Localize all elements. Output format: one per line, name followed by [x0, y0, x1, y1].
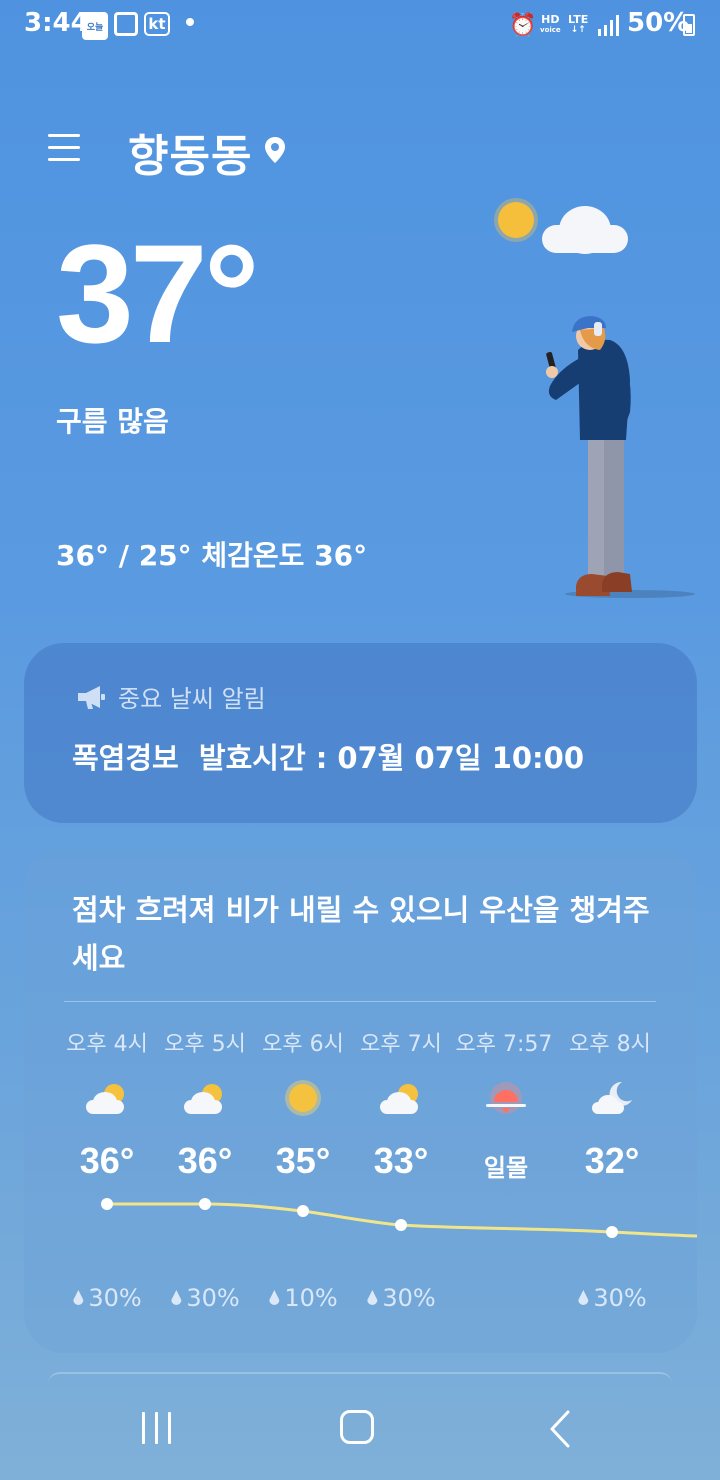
cloud-icon — [542, 206, 628, 254]
cloudy-night-icon — [592, 1081, 632, 1114]
graph-point — [297, 1205, 309, 1217]
note-notification-icon: 오늘 — [82, 12, 108, 40]
megaphone-icon — [78, 685, 105, 709]
precip-value: 10% — [284, 1284, 338, 1312]
raindrop-icon — [171, 1290, 182, 1305]
hd-voice-icon: HD voice — [540, 12, 561, 38]
navigation-bar — [0, 1380, 720, 1480]
back-icon[interactable] — [548, 1410, 572, 1448]
precip-value: 30% — [186, 1284, 240, 1312]
graph-point — [395, 1219, 407, 1231]
home-icon[interactable] — [340, 1410, 374, 1444]
hour-precip: 30% — [577, 1284, 647, 1312]
hour-precip: 30% — [170, 1284, 240, 1312]
hour-label: 오후 6시 — [262, 1032, 344, 1057]
more-notifications-dot-icon — [186, 18, 194, 26]
temp-range-feels-like: 36° / 25° 체감온도 36° — [56, 539, 368, 572]
status-bar: 3:44 오늘 kt ⏰ HD voice LTE ↓↑ 50% — [0, 0, 720, 52]
hour-precip: 30% — [72, 1284, 142, 1312]
signal-icon — [598, 15, 619, 36]
forecast-summary: 점차 흐려져 비가 내릴 수 있으니 우산을 챙겨주세요 — [72, 893, 650, 975]
hour-label: 오후 8시 — [569, 1032, 651, 1057]
raindrop-icon — [269, 1290, 280, 1305]
sun-icon — [498, 202, 534, 238]
raindrop-icon — [367, 1290, 378, 1305]
alert-text: 폭염경보 발효시간 : 07월 07일 10:00 — [72, 741, 584, 775]
graph-point — [101, 1198, 113, 1210]
status-time: 3:44 — [24, 8, 89, 38]
hd-label: HD — [541, 13, 560, 26]
hour-temp: 36° — [177, 1140, 233, 1181]
alarm-icon: ⏰ — [509, 12, 537, 38]
hour-precip: 10% — [268, 1284, 338, 1312]
precip-value: 30% — [593, 1284, 647, 1312]
partly-cloudy-icon — [184, 1084, 222, 1114]
hour-temp: 33° — [373, 1140, 429, 1181]
weather-alert-card[interactable]: 중요 날씨 알림 폭염경보 발효시간 : 07월 07일 10:00 — [24, 643, 697, 823]
hour-label: 오후 7:57 — [455, 1032, 553, 1057]
raindrop-icon — [73, 1290, 84, 1305]
voice-label: voice — [540, 26, 561, 34]
hour-temp: 36° — [79, 1140, 135, 1181]
person-illustration — [546, 316, 695, 598]
sunset-icon — [486, 1082, 526, 1114]
temperature-trend-graph — [101, 1198, 697, 1238]
lte-label: LTE — [568, 13, 589, 26]
alert-header-label: 중요 날씨 알림 — [118, 685, 266, 713]
hour-label: 오후 5시 — [164, 1032, 246, 1057]
hour-label: 오후 4시 — [66, 1032, 148, 1057]
lte-icon: LTE ↓↑ — [568, 13, 589, 35]
precip-value: 30% — [88, 1284, 142, 1312]
gallery-notification-icon — [114, 12, 138, 36]
location-pin-icon — [265, 137, 285, 163]
weather-illustration — [494, 198, 695, 598]
current-temperature: 37° — [56, 215, 260, 372]
partly-cloudy-icon — [380, 1084, 418, 1114]
menu-icon[interactable] — [48, 134, 80, 162]
kt-notification-icon: kt — [144, 12, 170, 36]
partly-cloudy-icon — [86, 1084, 124, 1114]
hour-temp: 35° — [275, 1140, 331, 1181]
graph-point — [199, 1198, 211, 1210]
battery-icon — [683, 14, 695, 36]
battery-percent: 50% — [627, 8, 690, 38]
hour-temp: 32° — [584, 1140, 640, 1181]
hourly-forecast-list[interactable]: 오후 4시 36° 30% 오후 5시 36° 30% 오후 6시 35° 10… — [24, 1026, 697, 1326]
hourly-forecast-card[interactable]: 점차 흐려져 비가 내릴 수 있으니 우산을 챙겨주세요 오후 4시 36° 3… — [24, 846, 697, 1353]
graph-point — [606, 1226, 618, 1238]
hour-precip: 30% — [366, 1284, 436, 1312]
sun-icon — [285, 1080, 321, 1116]
alert-header: 중요 날씨 알림 — [76, 679, 266, 714]
hour-label: 오후 7시 — [360, 1032, 442, 1057]
hour-temp: 일몰 — [483, 1154, 529, 1182]
forecast-divider — [64, 1001, 656, 1002]
recent-apps-icon[interactable] — [140, 1412, 174, 1444]
raindrop-icon — [578, 1290, 589, 1305]
current-condition: 구름 많음 — [56, 405, 169, 438]
precip-value: 30% — [382, 1284, 436, 1312]
location-title[interactable]: 향동동 — [128, 120, 252, 184]
